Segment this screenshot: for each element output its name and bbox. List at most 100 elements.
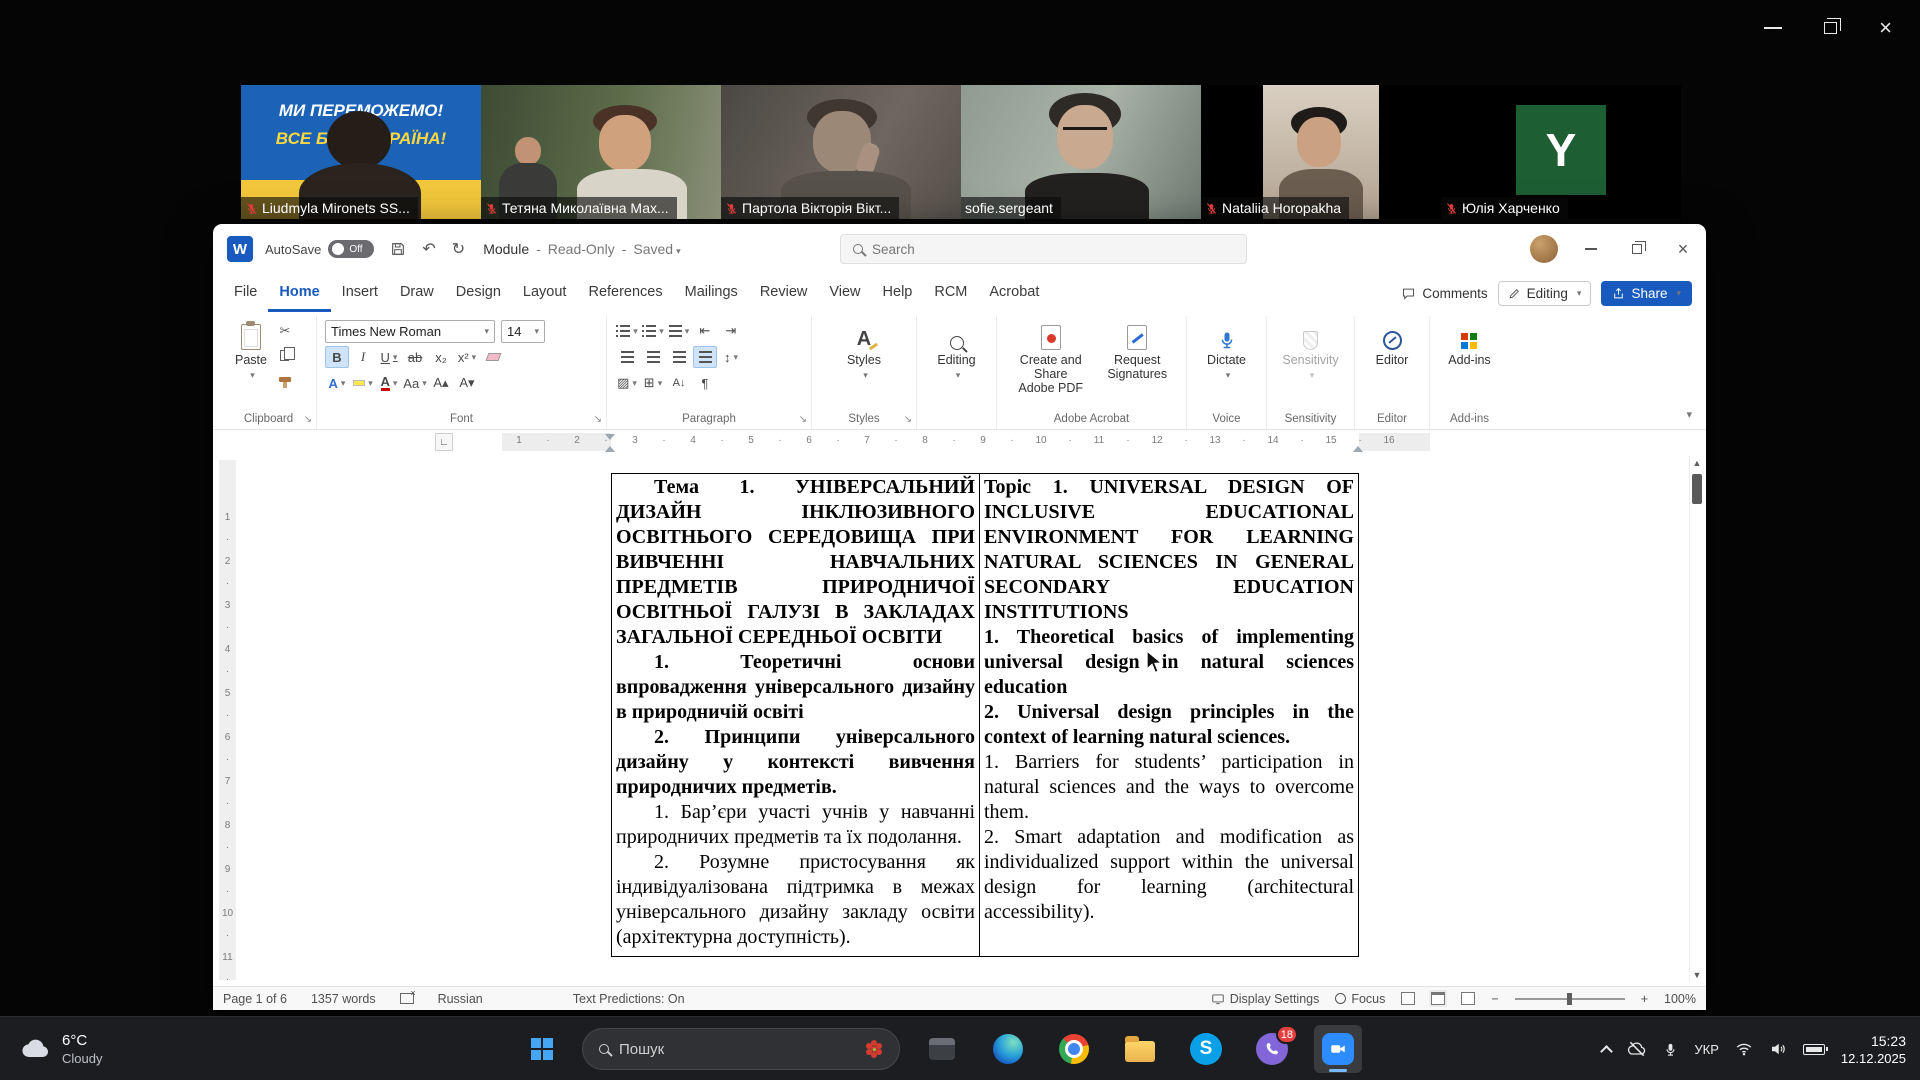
shrink-font-button[interactable]: A▾ (455, 372, 479, 394)
copy-button[interactable] (273, 344, 297, 366)
collapse-ribbon-chevron-icon[interactable]: ▾ (1686, 408, 1692, 421)
taskbar-chrome-icon[interactable] (1050, 1025, 1098, 1073)
tab-view[interactable]: View (818, 274, 871, 312)
multilevel-list-button[interactable] (667, 320, 691, 342)
word-search-box[interactable]: Search (840, 234, 1247, 264)
strikethrough-button[interactable]: ab (403, 346, 427, 368)
bold-button[interactable]: B (325, 346, 349, 368)
editing-mode-button[interactable]: Editing (1498, 281, 1592, 306)
microphone-in-use-icon[interactable] (1663, 1042, 1678, 1057)
meeting-close-button[interactable]: × (1879, 20, 1892, 36)
taskbar-zoom-icon[interactable] (1314, 1025, 1362, 1073)
taskbar-search-box[interactable]: Пошук (582, 1028, 900, 1070)
dictate-button[interactable]: Dictate (1195, 318, 1258, 385)
clear-formatting-button[interactable] (481, 346, 505, 368)
editing-button[interactable]: Editing (925, 318, 988, 385)
hidden-icons-chevron-icon[interactable] (1601, 1045, 1614, 1058)
vertical-ruler[interactable]: 1·2·3·4·5·6·7·8·9·10·11· (219, 460, 236, 980)
battery-icon[interactable] (1803, 1044, 1825, 1055)
taskbar-viber-icon[interactable]: 18 (1248, 1025, 1296, 1073)
align-center-button[interactable] (641, 346, 665, 368)
word-minimize-button[interactable] (1568, 224, 1614, 274)
taskbar-pinned-app-icon[interactable] (918, 1025, 966, 1073)
autosave-control[interactable]: AutoSave Off (265, 240, 374, 258)
focus-mode-button[interactable]: Focus (1335, 992, 1385, 1006)
paste-button[interactable]: Paste (229, 318, 273, 390)
align-left-button[interactable] (615, 346, 639, 368)
document-title[interactable]: Module - Read-Only - Saved (483, 241, 680, 257)
share-button[interactable]: Share (1601, 281, 1692, 306)
page-indicator[interactable]: Page 1 of 6 (223, 992, 287, 1006)
underline-button[interactable]: U (377, 346, 401, 368)
format-painter-button[interactable] (273, 368, 297, 390)
sensitivity-button[interactable]: Sensitivity (1275, 318, 1346, 385)
borders-button[interactable]: ⊞ (641, 372, 665, 394)
change-case-button[interactable]: Aa (403, 372, 427, 394)
web-layout-button[interactable] (1461, 992, 1475, 1005)
table-cell-ukrainian[interactable]: Тема 1. УНІВЕРСАЛЬНИЙ ДИЗАЙН ІНКЛЮЗИВНОГ… (612, 474, 980, 957)
taskbar-skype-icon[interactable]: S (1182, 1025, 1230, 1073)
participant-tile-tetiana-active-speaker[interactable]: Тетяна Миколаївна Мах... (481, 85, 721, 219)
start-button[interactable] (520, 1027, 564, 1071)
scroll-up-arrow[interactable]: ▲ (1690, 458, 1704, 468)
taskbar-edge-icon[interactable] (984, 1025, 1032, 1073)
zoom-out-button[interactable]: − (1491, 992, 1498, 1006)
language-indicator[interactable]: Russian (438, 992, 483, 1006)
redo-icon[interactable]: ↻ (452, 239, 465, 259)
cut-button[interactable] (273, 320, 297, 342)
taskbar-file-explorer-icon[interactable] (1116, 1025, 1164, 1073)
document-table[interactable]: Тема 1. УНІВЕРСАЛЬНИЙ ДИЗАЙН ІНКЛЮЗИВНОГ… (611, 473, 1359, 957)
numbering-button[interactable] (641, 320, 665, 342)
comments-button[interactable]: Comments (1401, 286, 1487, 301)
language-switcher[interactable]: УКР (1694, 1042, 1719, 1057)
subscript-button[interactable]: x₂ (429, 346, 453, 368)
shading-button[interactable]: ▨ (615, 372, 639, 394)
sort-button[interactable]: A↓ (667, 372, 691, 394)
onedrive-offline-icon[interactable] (1627, 1039, 1647, 1059)
taskbar-clock[interactable]: 15:23 12.12.2025 (1841, 1033, 1906, 1066)
tab-design[interactable]: Design (445, 274, 512, 312)
zoom-in-button[interactable]: + (1641, 992, 1648, 1006)
justify-button[interactable] (693, 346, 717, 368)
tab-rcm[interactable]: RCM (923, 274, 978, 312)
highlight-color-button[interactable] (351, 372, 375, 394)
text-effects-button[interactable]: A (325, 372, 349, 394)
tab-insert[interactable]: Insert (331, 274, 389, 312)
tab-review[interactable]: Review (749, 274, 819, 312)
meeting-minimize-button[interactable] (1764, 27, 1782, 29)
user-avatar[interactable] (1530, 235, 1558, 263)
italic-button[interactable]: I (351, 346, 375, 368)
tab-mailings[interactable]: Mailings (674, 274, 749, 312)
align-right-button[interactable] (667, 346, 691, 368)
decrease-indent-button[interactable]: ⇤ (693, 320, 717, 342)
request-signatures-button[interactable]: Request Signatures (1096, 318, 1178, 399)
create-adobe-pdf-button[interactable]: Create and Share Adobe PDF (1005, 318, 1096, 399)
tab-file[interactable]: File (223, 274, 268, 312)
meeting-restore-button[interactable] (1824, 22, 1837, 34)
document-area[interactable]: 1·2·3·4·5·6·7·8·9·10·11· Тема 1. УНІВЕРС… (213, 454, 1706, 986)
font-name-combobox[interactable]: Times New Roman (325, 320, 495, 343)
tab-help[interactable]: Help (872, 274, 924, 312)
grow-font-button[interactable]: A▴ (429, 372, 453, 394)
tab-stop-selector[interactable]: ∟ (435, 433, 453, 451)
font-size-combobox[interactable]: 14 (501, 320, 545, 343)
display-settings-button[interactable]: Display Settings (1211, 992, 1320, 1006)
show-paragraph-marks-button[interactable]: ¶ (693, 372, 717, 394)
zoom-slider[interactable] (1515, 998, 1625, 1000)
tab-home[interactable]: Home (268, 274, 330, 312)
zoom-level[interactable]: 100% (1664, 992, 1696, 1006)
print-layout-button[interactable] (1431, 992, 1445, 1005)
word-close-button[interactable]: × (1660, 224, 1706, 274)
scrollbar-thumb[interactable] (1692, 474, 1702, 504)
participant-tile-partola[interactable]: Партола Вікторія Вікт... (721, 85, 961, 219)
wifi-icon[interactable] (1735, 1040, 1753, 1058)
participant-tile-yuliia[interactable]: Y Юлія Харченко (1441, 85, 1681, 219)
superscript-button[interactable]: x² (455, 346, 479, 368)
tab-layout[interactable]: Layout (512, 274, 578, 312)
save-icon[interactable] (390, 241, 406, 257)
speaker-icon[interactable] (1769, 1040, 1787, 1058)
read-mode-button[interactable] (1401, 992, 1415, 1005)
addins-button[interactable]: Add-ins (1438, 318, 1501, 371)
proofing-errors-button[interactable] (400, 993, 414, 1004)
tab-draw[interactable]: Draw (389, 274, 445, 312)
